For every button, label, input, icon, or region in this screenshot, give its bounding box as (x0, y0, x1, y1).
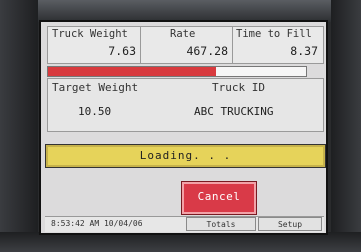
device-bezel-top (0, 0, 361, 22)
rate-cell: Rate 467.28 (140, 27, 233, 63)
device-bezel-left (0, 0, 38, 252)
setup-button[interactable]: Setup (258, 217, 322, 231)
truck-weight-label: Truck Weight (52, 28, 128, 40)
touch-screen: Truck Weight 7.63 Rate 467.28 Time to Fi… (39, 20, 328, 235)
rate-value: 467.28 (186, 44, 228, 58)
cancel-button[interactable]: Cancel (182, 182, 256, 214)
totals-button[interactable]: Totals (186, 217, 256, 231)
truck-weight-cell: Truck Weight 7.63 (48, 27, 141, 63)
device-bezel-right (331, 0, 361, 252)
time-to-fill-label: Time to Fill (236, 28, 312, 40)
truck-id-value: ABC TRUCKING (194, 105, 274, 118)
time-to-fill-cell: Time to Fill 8.37 (232, 27, 322, 63)
status-banner: Loading. . . (45, 144, 326, 168)
status-text: Loading. . . (139, 149, 232, 162)
footer-bar: 8:53:42 AM 10/04/06 Totals Setup (45, 216, 324, 232)
truck-id-label: Truck ID (212, 81, 265, 94)
truck-weight-value: 7.63 (108, 44, 136, 58)
readings-panel: Truck Weight 7.63 Rate 467.28 Time to Fi… (47, 26, 324, 64)
target-weight-label: Target Weight (52, 81, 139, 94)
time-to-fill-value: 8.37 (290, 44, 318, 58)
device-bezel-bottom (0, 232, 361, 252)
load-info-panel: Target Weight Truck ID 10.50 ABC TRUCKIN… (47, 78, 324, 132)
timestamp: 8:53:42 AM 10/04/06 (51, 219, 143, 228)
rate-label: Rate (170, 28, 196, 40)
cancel-button-label: Cancel (197, 190, 241, 203)
target-weight-value: 10.50 (78, 105, 112, 118)
fill-progress-indicator (48, 67, 216, 76)
fill-progress-bar (47, 66, 307, 77)
